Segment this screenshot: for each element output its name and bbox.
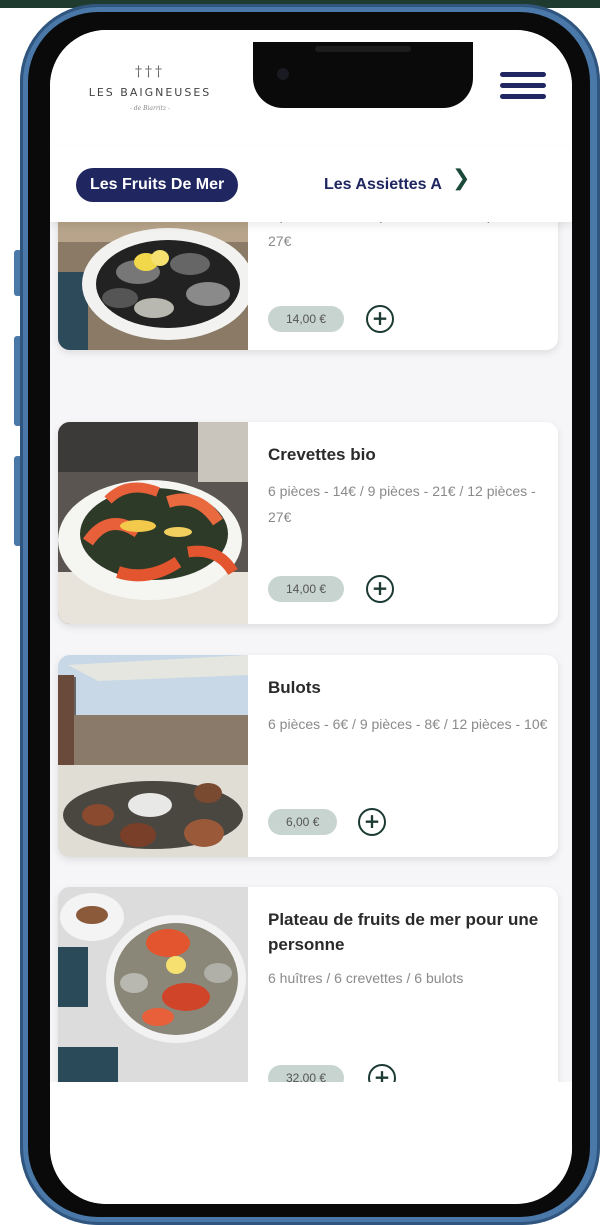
add-to-cart-icon[interactable]: + [366, 575, 394, 603]
phone-screen: ††† LES BAIGNEUSES - de Biarritz - 27€ 1… [50, 30, 572, 1204]
add-to-cart-icon[interactable]: + [366, 305, 394, 333]
logo-name: LES BAIGNEUSES [88, 86, 212, 99]
product-image-bulots [58, 655, 248, 857]
price-badge[interactable]: 6,00 € [268, 809, 338, 835]
price-badge[interactable]: 14,00 € [268, 576, 345, 602]
chevron-right-icon[interactable]: ❯ [452, 166, 470, 191]
restaurant-logo[interactable]: ††† LES BAIGNEUSES - de Biarritz - [80, 64, 220, 128]
tab-fruits-de-mer[interactable]: Les Fruits De Mer [76, 168, 239, 202]
menu-bar [500, 83, 546, 88]
product-description: 6 pièces - 14€ / 9 pièces - 21€ / 12 piè… [268, 483, 536, 525]
screen-bottom-area [50, 1082, 572, 1204]
product-card-bulots[interactable]: Bulots 6 pièces - 6€ / 9 pièces - 8€ / 1… [58, 655, 558, 857]
speaker-grille [315, 46, 411, 52]
product-list[interactable]: 6 pièces - 14€ / 9 pièces - 21€ / 12 piè… [50, 222, 572, 1082]
product-card-oysters[interactable]: 6 pièces - 14€ / 9 pièces - 21€ / 12 piè… [58, 222, 558, 350]
add-to-cart-icon[interactable]: + [368, 1064, 396, 1082]
product-image-oysters [58, 222, 248, 350]
product-description: 6 huîtres / 6 crevettes / 6 bulots [268, 970, 464, 986]
product-description: 6 pièces - 6€ / 9 pièces - 8€ / 12 pièce… [268, 716, 548, 732]
menu-bar [500, 94, 546, 99]
menu-bar [500, 72, 546, 77]
product-title: Crevettes bio [268, 445, 376, 464]
add-to-cart-icon[interactable]: + [358, 808, 386, 836]
price-badge[interactable]: 32,00 € [268, 1065, 345, 1082]
category-tabs: Les Fruits De Mer Les Assiettes A ❯ [50, 146, 572, 222]
product-title: Plateau de fruits de mer pour une person… [268, 910, 539, 954]
logo-subtitle: - de Biarritz - [129, 105, 171, 112]
product-image-crevettes [58, 422, 248, 624]
product-description: 6 pièces - 14€ / 9 pièces - 21€ / 12 piè… [268, 222, 536, 249]
product-card-crevettes[interactable]: Crevettes bio 6 pièces - 14€ / 9 pièces … [58, 422, 558, 624]
product-image-plateau [58, 887, 248, 1082]
logo-mark: ††† [135, 64, 165, 80]
price-badge[interactable]: 14,00 € [268, 306, 345, 332]
product-title: Bulots [268, 678, 321, 697]
tab-les-assiettes[interactable]: Les Assiettes A [324, 168, 452, 202]
phone-notch [253, 42, 473, 108]
hamburger-menu-icon[interactable] [500, 72, 546, 104]
camera-icon [277, 68, 289, 80]
product-card-plateau[interactable]: Plateau de fruits de mer pour une person… [58, 887, 558, 1082]
